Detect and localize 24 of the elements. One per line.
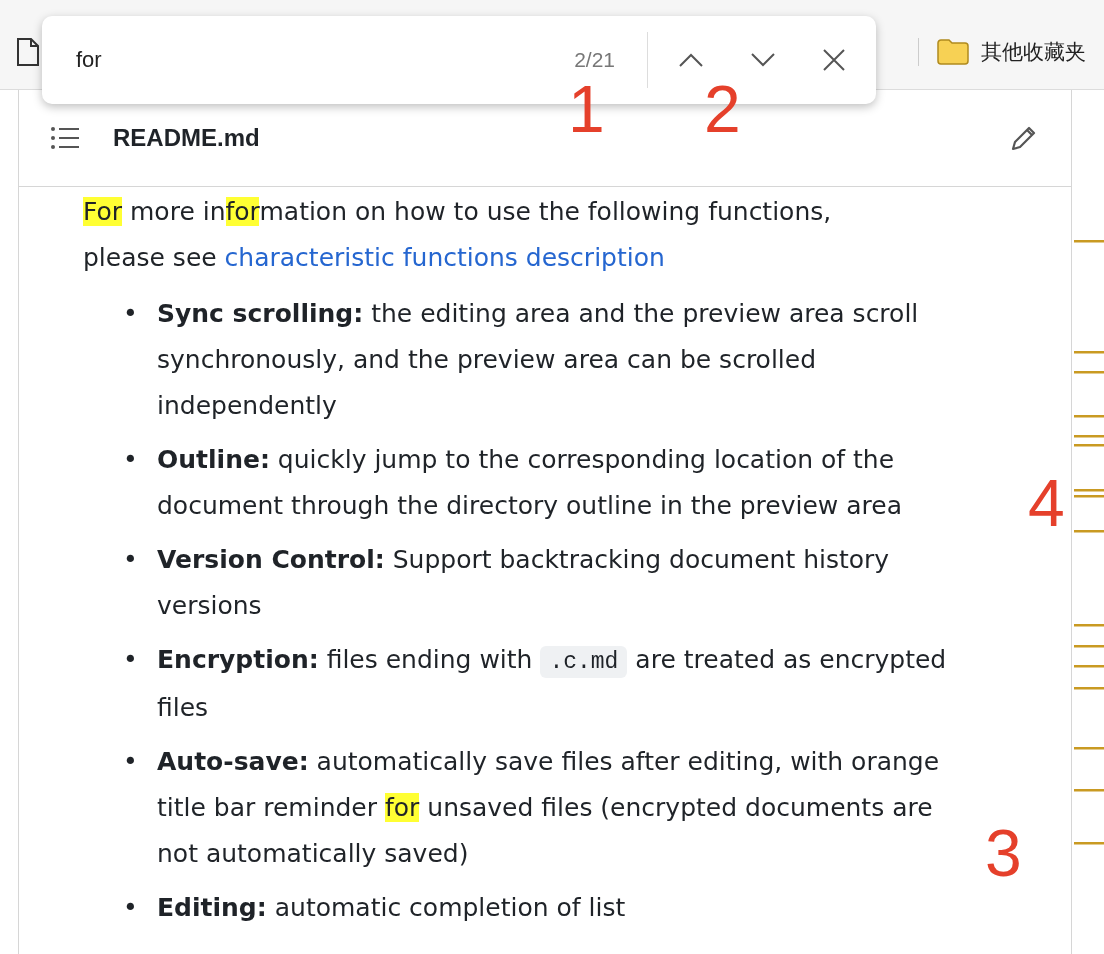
bullet: •	[123, 892, 139, 924]
find-field[interactable]: for	[74, 46, 575, 74]
chevron-down-icon	[750, 52, 776, 68]
feature-text: Editing: automatic completion of list	[157, 892, 627, 924]
description-link[interactable]: characteristic functions description	[224, 243, 665, 272]
bookmark-folder[interactable]: 其他收藏夹	[981, 37, 1086, 66]
file-title: README.md	[113, 124, 261, 152]
list-icon[interactable]	[51, 127, 79, 149]
search-highlight: For	[83, 197, 123, 226]
annotation-number: 2	[704, 76, 741, 142]
chevron-up-icon	[678, 52, 704, 68]
bullet: •	[123, 544, 139, 576]
bullet: •	[123, 444, 139, 476]
annotation-number: 4	[1028, 470, 1065, 536]
annotation-number: 3	[985, 820, 1022, 886]
bullet: •	[123, 644, 139, 676]
bullet: •	[123, 746, 139, 778]
feature-text: Outline: quickly jump to the corresponding location of the document through the directory outline in the preview area	[157, 444, 903, 522]
folder-icon	[937, 38, 969, 65]
match-count: 2/21	[574, 48, 615, 72]
page-icon[interactable]	[16, 36, 40, 67]
bullet: •	[123, 298, 139, 330]
close-icon	[822, 48, 846, 72]
annotation-number: 1	[568, 76, 605, 142]
